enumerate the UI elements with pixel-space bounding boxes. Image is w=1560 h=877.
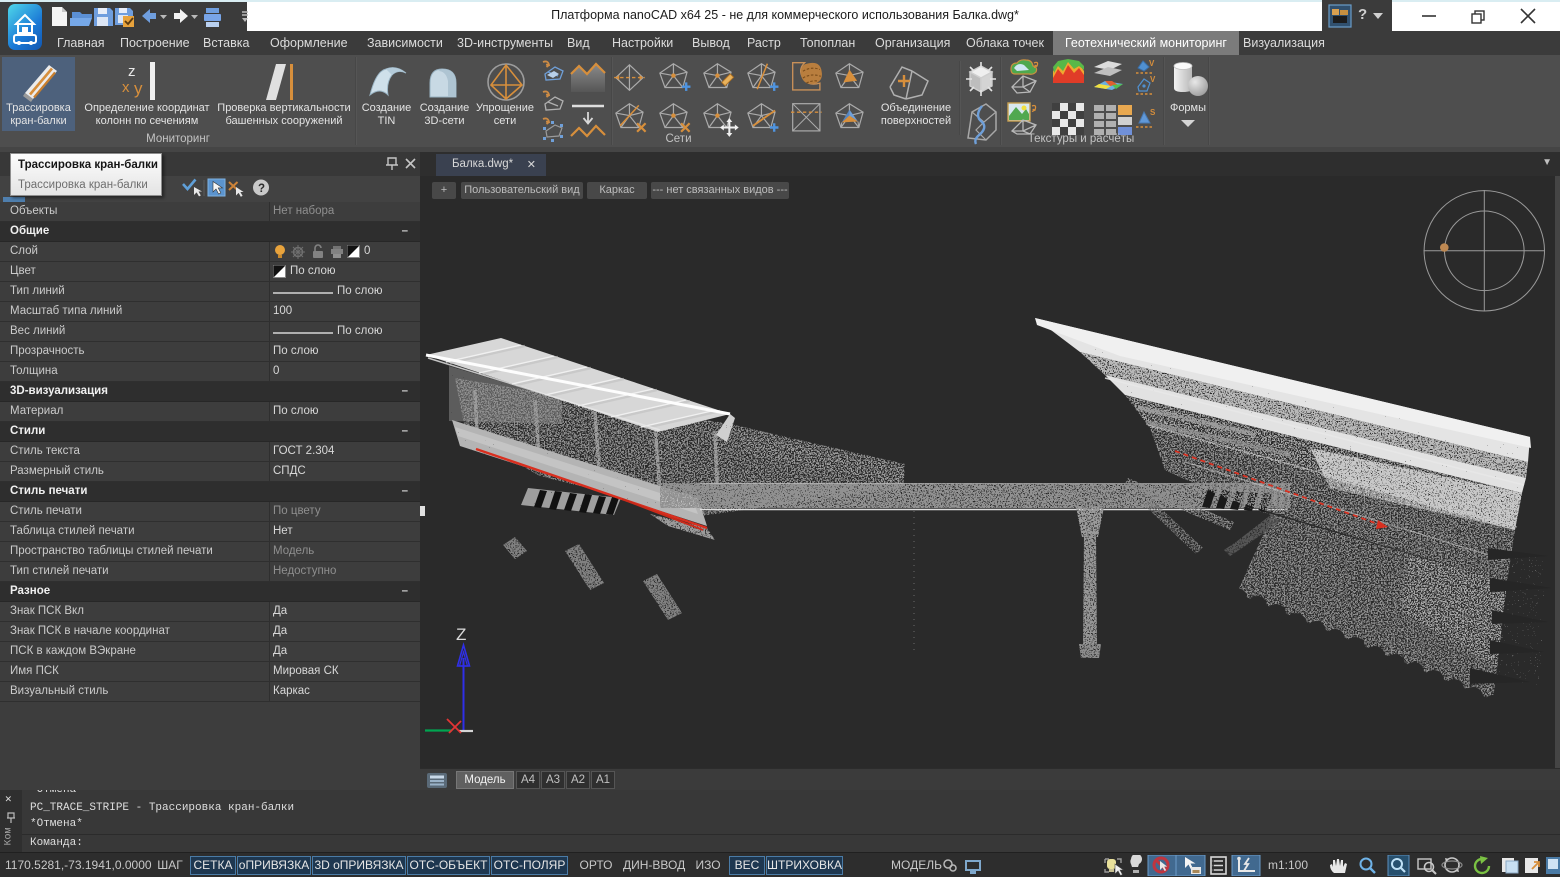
svg-text:S: S [1150, 108, 1156, 117]
svg-text:V: V [1149, 59, 1155, 68]
svg-text:Z: Z [456, 625, 466, 644]
svg-text:V: V [1150, 75, 1156, 84]
svg-text:x: x [122, 79, 130, 96]
svg-text:y: y [134, 79, 143, 98]
svg-text:?: ? [258, 183, 265, 195]
svg-text:z: z [128, 63, 136, 80]
